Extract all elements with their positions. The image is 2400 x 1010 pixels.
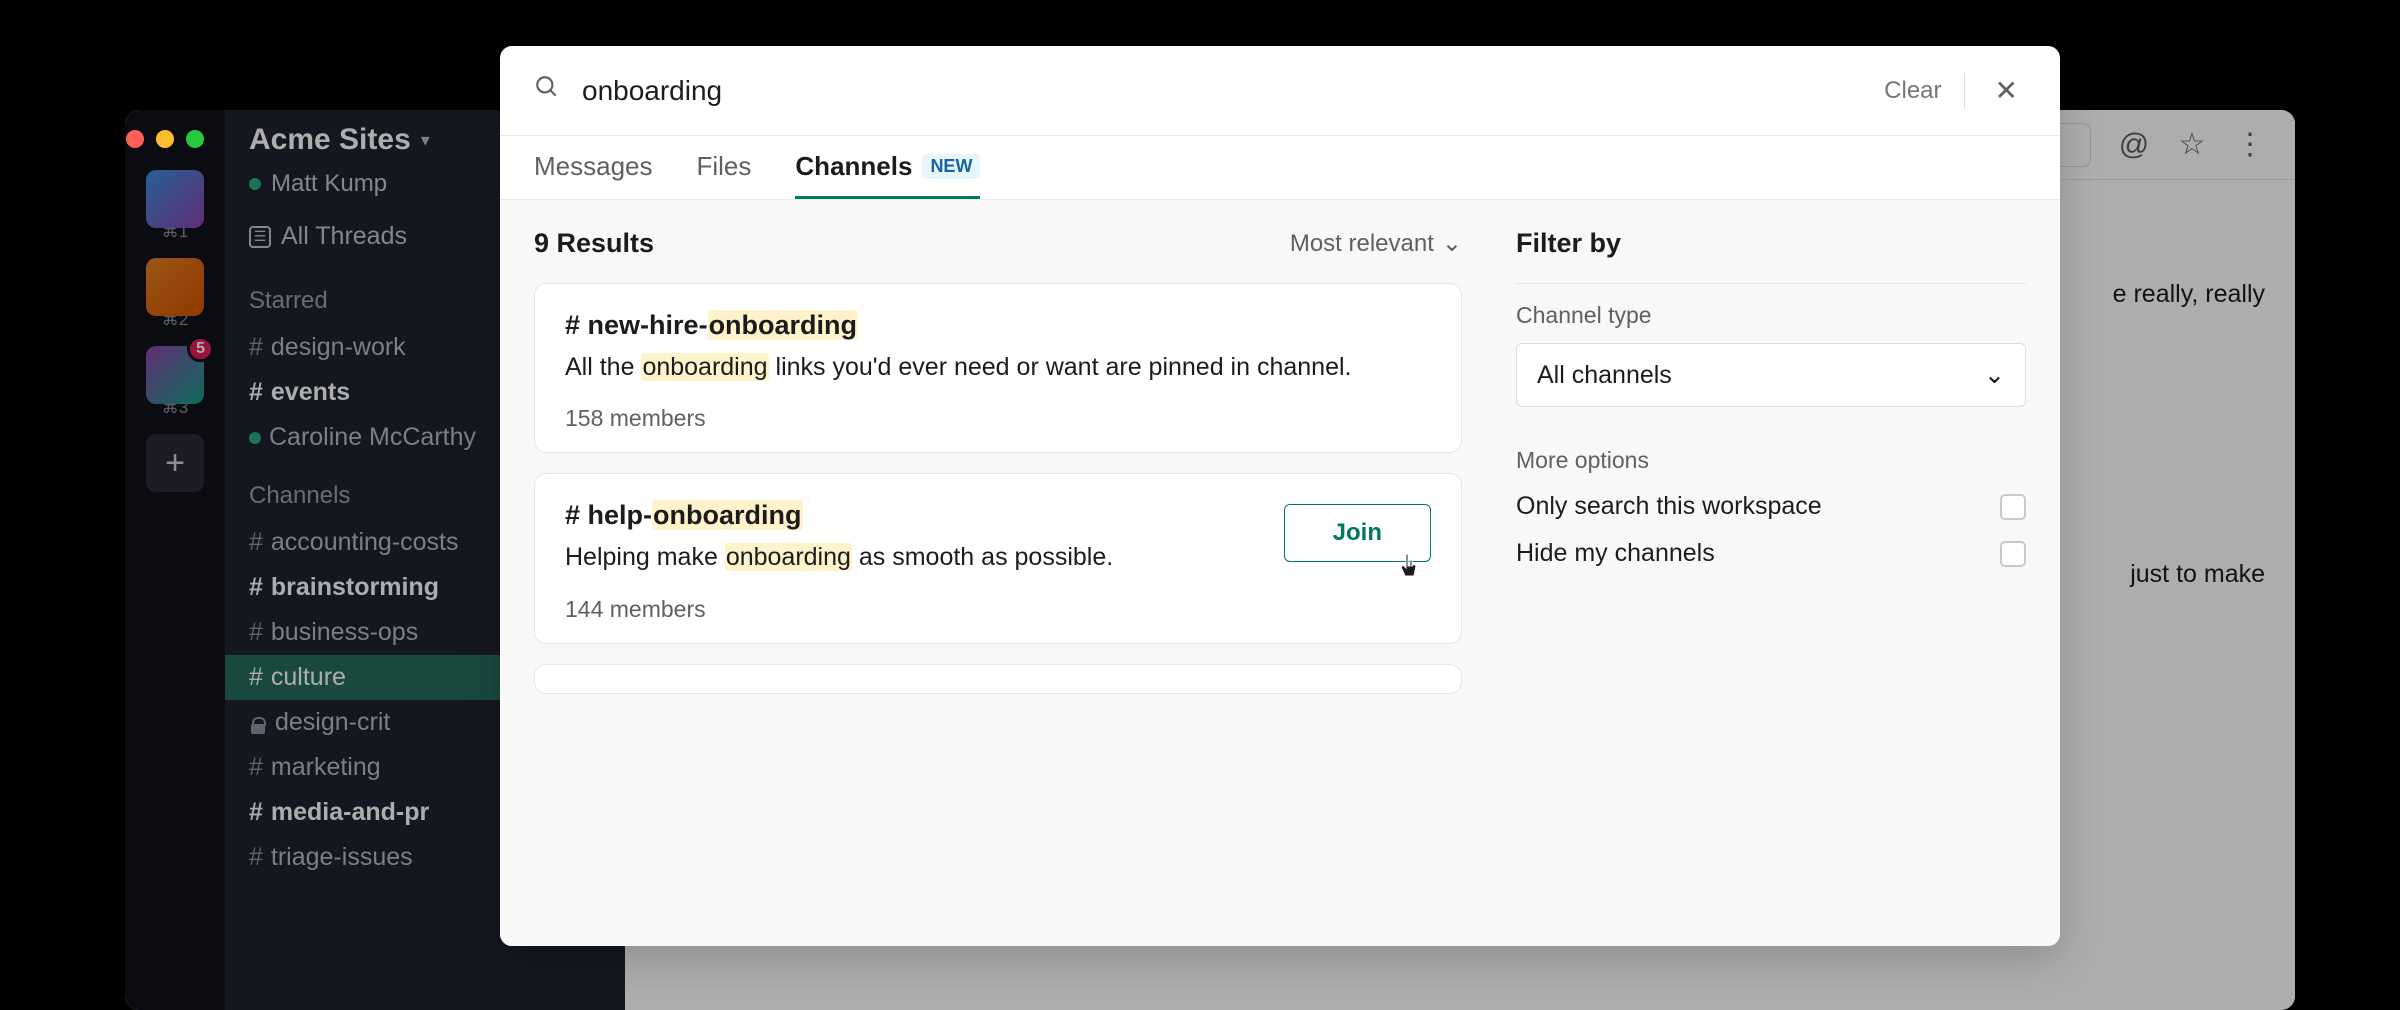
close-icon[interactable]: ✕ (1987, 66, 2026, 115)
window-fullscreen-icon[interactable] (186, 130, 204, 148)
search-results-panel: Clear ✕ Messages Files Channels NEW 9 Re… (500, 46, 2060, 946)
sort-label: Most relevant (1290, 230, 1434, 258)
chevron-down-icon: ⌄ (1442, 229, 1462, 258)
result-members: 144 members (565, 596, 1431, 623)
result-card[interactable]: # help-onboarding Helping make onboardin… (534, 473, 1462, 643)
window-traffic-lights (126, 130, 204, 148)
highlight: onboarding (725, 543, 852, 571)
search-body: 9 Results Most relevant ⌄ # new-hire-onb… (500, 200, 2060, 946)
search-tabs: Messages Files Channels NEW (500, 136, 2060, 200)
tab-label: Channels (795, 151, 912, 182)
filter-group-label: Channel type (1516, 302, 2026, 329)
highlight: onboarding (708, 310, 858, 340)
results-header: 9 Results Most relevant ⌄ (534, 228, 1462, 259)
tab-files[interactable]: Files (697, 151, 752, 199)
highlight: onboarding (652, 500, 802, 530)
filters-column: Filter by Channel type All channels ⌄ Mo… (1516, 228, 2026, 918)
tab-channels[interactable]: Channels NEW (795, 151, 980, 199)
clear-search-button[interactable]: Clear (1884, 77, 1941, 105)
results-count: 9 Results (534, 228, 654, 259)
result-description: All the onboarding links you'd ever need… (565, 349, 1431, 385)
filter-option-row[interactable]: Hide my channels (1516, 539, 2026, 568)
checkbox[interactable] (2000, 541, 2026, 567)
search-icon (534, 74, 560, 107)
result-members: 158 members (565, 405, 1431, 432)
pointer-cursor-icon (1399, 552, 1421, 586)
result-card[interactable] (534, 664, 1462, 694)
checkbox[interactable] (2000, 494, 2026, 520)
window-minimize-icon[interactable] (156, 130, 174, 148)
hash-icon: # (565, 500, 580, 530)
search-header: Clear ✕ (500, 46, 2060, 136)
result-title: # new-hire-onboarding (565, 310, 1431, 341)
divider (1516, 283, 2026, 284)
window-close-icon[interactable] (126, 130, 144, 148)
filter-title: Filter by (1516, 228, 2026, 259)
checkbox-label: Hide my channels (1516, 539, 1715, 568)
filter-option-row[interactable]: Only search this workspace (1516, 492, 2026, 521)
chevron-down-icon: ⌄ (1984, 360, 2005, 390)
result-card[interactable]: # new-hire-onboarding All the onboarding… (534, 283, 1462, 453)
tab-messages[interactable]: Messages (534, 151, 653, 199)
sort-dropdown[interactable]: Most relevant ⌄ (1290, 229, 1462, 258)
divider (1964, 73, 1965, 109)
highlight: onboarding (641, 353, 768, 381)
more-options-header: More options (1516, 447, 2026, 474)
new-badge: NEW (922, 154, 980, 179)
results-column: 9 Results Most relevant ⌄ # new-hire-onb… (534, 228, 1462, 918)
search-input[interactable] (582, 75, 1862, 107)
channel-type-select[interactable]: All channels ⌄ (1516, 343, 2026, 407)
checkbox-label: Only search this workspace (1516, 492, 1822, 521)
select-value: All channels (1537, 361, 1672, 390)
hash-icon: # (565, 310, 580, 340)
